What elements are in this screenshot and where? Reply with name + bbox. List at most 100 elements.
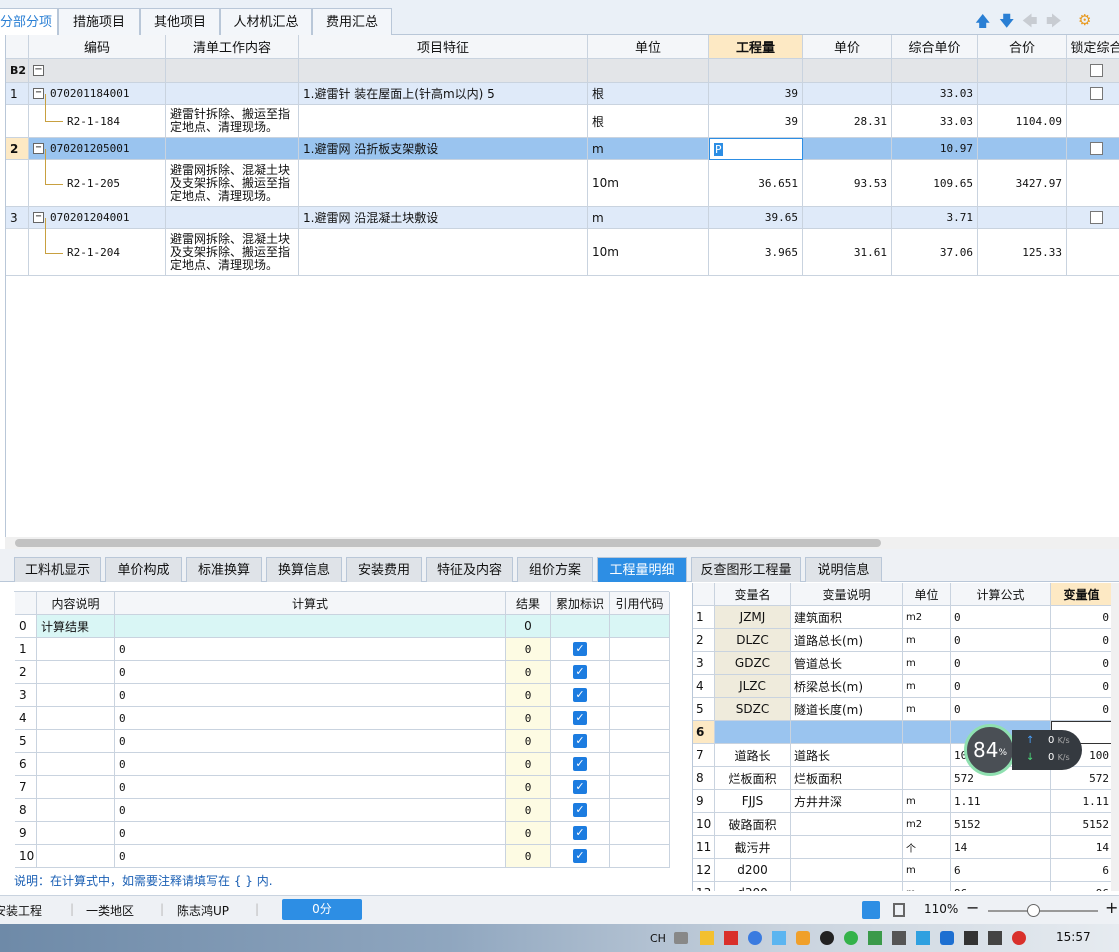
calc-formula[interactable] <box>115 615 506 638</box>
var-formula[interactable]: 14 <box>951 836 1051 859</box>
tab-other-items[interactable]: 其他项目 <box>140 8 220 35</box>
var-unit[interactable]: m <box>903 882 951 891</box>
calc-desc[interactable] <box>37 799 115 822</box>
calc-formula[interactable]: 0 <box>115 845 506 868</box>
calc-ref-code[interactable] <box>610 799 670 822</box>
var-unit[interactable]: m <box>903 698 951 721</box>
app-icon[interactable] <box>772 931 786 945</box>
item-composite-price[interactable]: 3.71 <box>892 207 978 229</box>
var-unit[interactable]: 个 <box>903 836 951 859</box>
header-unit[interactable]: 单位 <box>588 35 709 59</box>
header-feature[interactable]: 项目特征 <box>299 35 588 59</box>
item-total[interactable]: 3427.97 <box>978 160 1067 207</box>
quota-row[interactable]: R2-1-205 避雷网拆除、混凝土块及支架拆除、搬运至指定地点、清理现场。 1… <box>6 160 1119 207</box>
var-name[interactable]: FJJS <box>715 790 791 813</box>
calc-formula[interactable]: 0 <box>115 684 506 707</box>
variable-row[interactable]: 12 d200 m 6 6 <box>693 859 1112 882</box>
bill-item-row[interactable]: 3 −070201204001 1.避雷网 沿混凝土块敷设 m 39.65 3.… <box>6 207 1119 229</box>
item-composite-price[interactable]: 33.03 <box>892 105 978 138</box>
var-unit[interactable] <box>903 767 951 790</box>
tab-pricing-plan[interactable]: 组价方案 <box>517 557 593 582</box>
calc-desc[interactable] <box>37 730 115 753</box>
collapse-icon[interactable]: − <box>33 88 44 99</box>
item-quantity[interactable]: 3.965 <box>709 229 803 276</box>
variable-row[interactable]: 1 JZMJ 建筑面积 m2 0 0 <box>693 606 1112 629</box>
calc-formula[interactable]: 0 <box>115 799 506 822</box>
var-value[interactable]: 5152 <box>1051 813 1112 836</box>
item-total[interactable]: 125.33 <box>978 229 1067 276</box>
var-desc[interactable]: 桥梁总长(m) <box>791 675 903 698</box>
item-unit[interactable]: 10m <box>588 229 709 276</box>
collapse-icon[interactable]: − <box>33 143 44 154</box>
item-feature[interactable]: 1.避雷网 沿折板支架敷设 <box>299 138 588 160</box>
var-value[interactable]: 14 <box>1051 836 1112 859</box>
var-desc[interactable] <box>791 882 903 891</box>
item-quantity[interactable]: 36.651 <box>709 160 803 207</box>
calc-desc[interactable] <box>37 638 115 661</box>
calc-formula[interactable]: 0 <box>115 776 506 799</box>
browser-icon[interactable] <box>748 931 762 945</box>
arrow-left-icon[interactable]: 🡄 <box>1022 11 1038 36</box>
accumulate-checkbox[interactable]: ✓ <box>573 849 587 863</box>
calc-row[interactable]: 8 0 0 ✓ <box>15 799 670 822</box>
netease-icon[interactable] <box>1012 931 1026 945</box>
var-formula[interactable]: 0 <box>951 698 1051 721</box>
item-feature[interactable]: 1.避雷针 装在屋面上(针高m以内) 5 <box>299 83 588 105</box>
var-formula[interactable]: 6 <box>951 859 1051 882</box>
vars-header-value[interactable]: 变量值 <box>1051 583 1112 606</box>
tab-reverse-graphic-quantity[interactable]: 反查图形工程量 <box>691 557 801 582</box>
item-unit-price[interactable]: 93.53 <box>803 160 892 207</box>
work-content[interactable]: 避雷针拆除、搬运至指定地点、清理现场。 <box>166 105 299 138</box>
calc-row[interactable]: 10 0 0 ✓ <box>15 845 670 868</box>
item-composite-price[interactable]: 109.65 <box>892 160 978 207</box>
var-desc[interactable] <box>791 721 903 744</box>
calc-row[interactable]: 6 0 0 ✓ <box>15 753 670 776</box>
work-content[interactable]: 避雷网拆除、混凝土块及支架拆除、搬运至指定地点、清理现场。 <box>166 229 299 276</box>
calc-row[interactable]: 1 0 0 ✓ <box>15 638 670 661</box>
network-speed-widget[interactable]: 84% ↑ 0 K/s ↓ 0 K/s <box>964 724 1084 776</box>
item-feature[interactable] <box>299 105 588 138</box>
variable-row[interactable]: 10 破路面积 m2 5152 5152 <box>693 813 1112 836</box>
settings-icon[interactable]: ⚙ <box>1078 11 1091 29</box>
calc-header-accumulate[interactable]: 累加标识 <box>551 592 610 615</box>
var-desc[interactable] <box>791 813 903 836</box>
tab-description[interactable]: 说明信息 <box>805 557 882 582</box>
accumulate-checkbox[interactable]: ✓ <box>573 826 587 840</box>
var-unit[interactable] <box>903 721 951 744</box>
tab-install-cost[interactable]: 安装费用 <box>346 557 422 582</box>
item-quantity[interactable]: 39 <box>709 83 803 105</box>
item-composite-price[interactable]: 10.97 <box>892 138 978 160</box>
calc-desc[interactable] <box>37 707 115 730</box>
header-unit-price[interactable]: 单价 <box>803 35 892 59</box>
app-icon[interactable] <box>796 931 810 945</box>
var-name[interactable]: JLZC <box>715 675 791 698</box>
tab-measures[interactable]: 措施项目 <box>58 8 140 35</box>
work-content[interactable] <box>166 83 299 105</box>
variable-row[interactable]: 9 FJJS 方井井深 m 1.11 1.11 <box>693 790 1112 813</box>
var-desc[interactable]: 方井井深 <box>791 790 903 813</box>
var-formula[interactable]: 0 <box>951 675 1051 698</box>
accumulate-checkbox[interactable]: ✓ <box>573 665 587 679</box>
input-language[interactable]: CH <box>650 932 666 945</box>
var-value[interactable]: 96 <box>1051 882 1112 892</box>
header-total[interactable]: 合价 <box>978 35 1067 59</box>
var-value[interactable]: 0 <box>1051 698 1112 721</box>
calc-formula[interactable]: 0 <box>115 707 506 730</box>
quantity-edit-input[interactable]: P <box>709 138 803 160</box>
bill-item-row-selected[interactable]: 2 −070201205001 1.避雷网 沿折板支架敷设 m P 10.97 <box>6 138 1119 160</box>
vars-header-name[interactable]: 变量名 <box>715 583 791 606</box>
tab-labor-material[interactable]: 人材机汇总 <box>220 8 312 35</box>
header-composite-price[interactable]: 综合单价 <box>892 35 978 59</box>
var-desc[interactable]: 建筑面积 <box>791 606 903 629</box>
var-desc[interactable]: 烂板面积 <box>791 767 903 790</box>
quota-row[interactable]: R2-1-204 避雷网拆除、混凝土块及支架拆除、搬运至指定地点、清理现场。 1… <box>6 229 1119 276</box>
var-desc[interactable]: 道路总长(m) <box>791 629 903 652</box>
var-name[interactable]: GDZC <box>715 652 791 675</box>
accumulate-checkbox[interactable]: ✓ <box>573 757 587 771</box>
calc-formula[interactable]: 0 <box>115 822 506 845</box>
var-unit[interactable]: m2 <box>903 813 951 836</box>
bill-item-row[interactable]: 1 −070201184001 1.避雷针 装在屋面上(针高m以内) 5 根 3… <box>6 83 1119 105</box>
security-icon[interactable] <box>940 931 954 945</box>
var-value[interactable]: 1.11 <box>1051 790 1112 813</box>
keyboard-icon[interactable] <box>674 932 688 944</box>
